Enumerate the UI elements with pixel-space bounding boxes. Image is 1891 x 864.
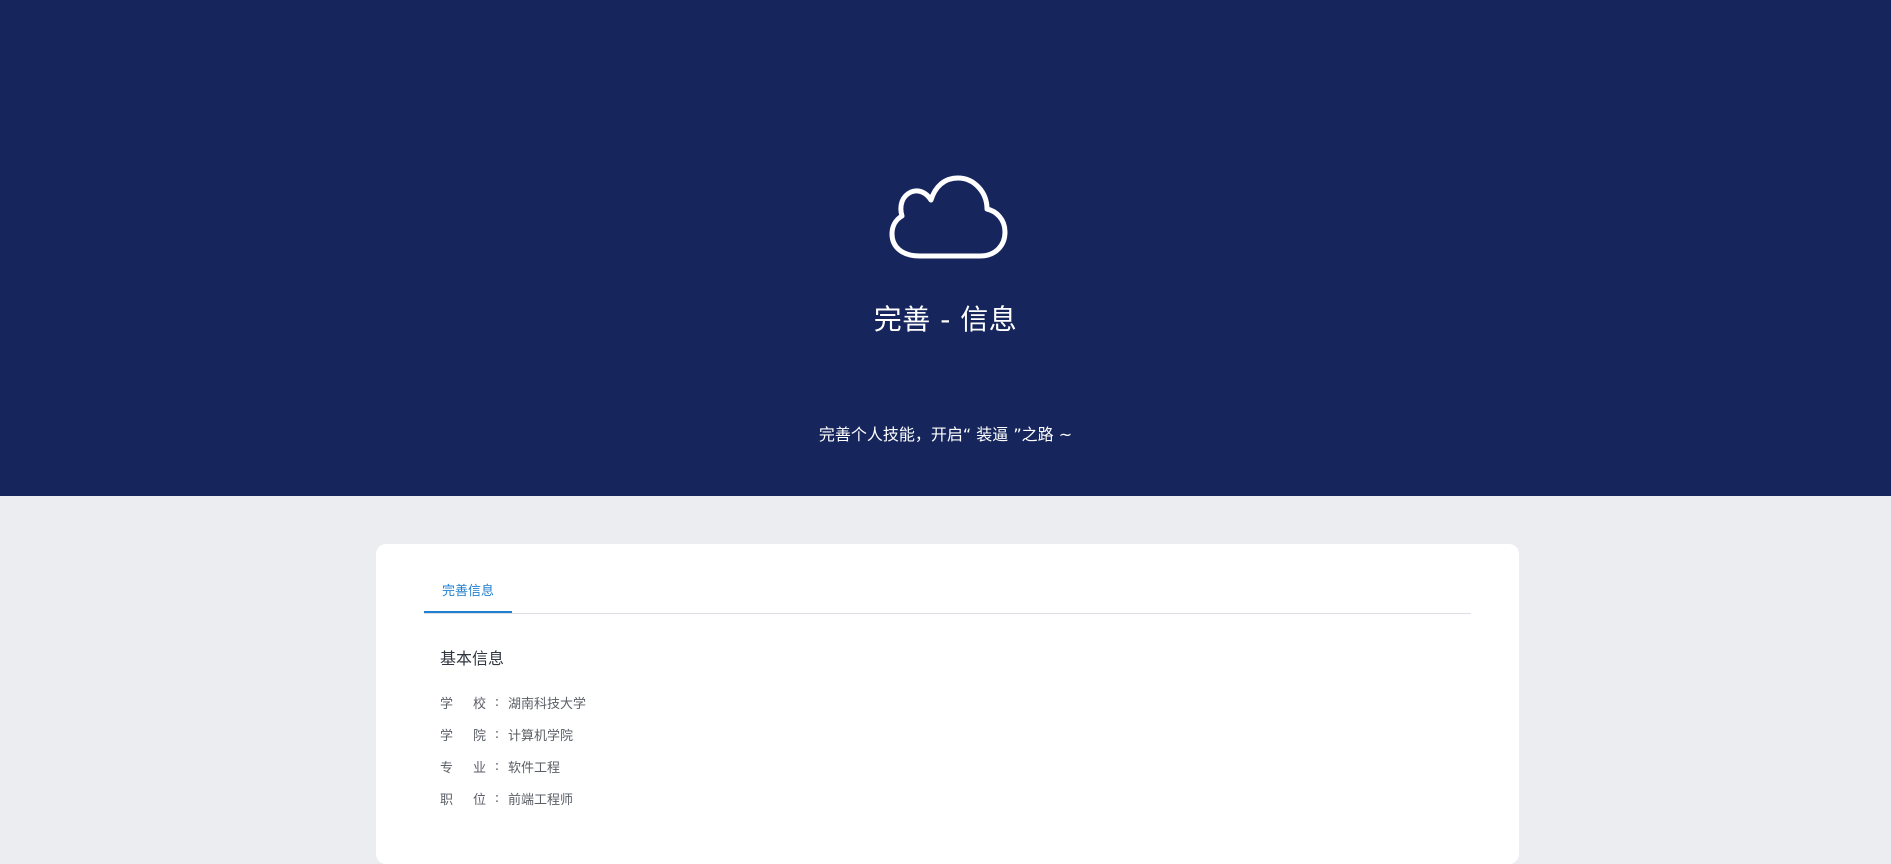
info-row-position: 职 位 : 前端工程师: [440, 782, 586, 814]
info-row-major: 专 业 : 软件工程: [440, 750, 586, 782]
page-subtitle: 完善个人技能，开启“ 装逼 ”之路 ~: [818, 425, 1073, 444]
field-label: 专 业: [440, 757, 486, 776]
page-title: 完善 - 信息: [873, 303, 1018, 336]
field-label-char: 职: [440, 792, 454, 808]
field-value-position: 前端工程师: [508, 792, 574, 808]
field-label-char: 学: [440, 728, 454, 744]
field-label-char: 校: [472, 696, 486, 712]
info-row-school: 学 校 : 湖南科技大学: [440, 686, 586, 718]
field-label-char: 业: [472, 760, 486, 776]
tab-complete-info[interactable]: 完善信息: [424, 581, 512, 613]
field-label: 学 校: [440, 693, 486, 712]
tab-bar: 完善信息: [424, 581, 1471, 614]
field-value-school: 湖南科技大学: [508, 696, 587, 712]
field-label: 学 院: [440, 725, 486, 744]
field-label-char: 学: [440, 696, 454, 712]
field-colon: :: [494, 790, 500, 806]
field-label-char: 专: [440, 760, 454, 776]
info-card: 完善信息 基本信息 学 校 : 湖南科技大学 学 院 : 计算机学院 专 业 :: [376, 544, 1519, 864]
field-colon: :: [494, 694, 500, 710]
field-label: 职 位: [440, 789, 486, 808]
section-title: 基本信息: [440, 649, 505, 668]
hero-banner: 完善 - 信息 完善个人技能，开启“ 装逼 ”之路 ~: [0, 0, 1891, 496]
info-list: 学 校 : 湖南科技大学 学 院 : 计算机学院 专 业 : 软件工程 职 位 …: [440, 686, 586, 814]
field-label-char: 院: [472, 728, 486, 744]
field-colon: :: [494, 758, 500, 774]
info-row-college: 学 院 : 计算机学院: [440, 718, 586, 750]
field-value-college: 计算机学院: [508, 728, 574, 744]
cloud-icon: [889, 175, 1008, 259]
field-colon: :: [494, 726, 500, 742]
field-label-char: 位: [472, 792, 486, 808]
field-value-major: 软件工程: [508, 760, 561, 776]
